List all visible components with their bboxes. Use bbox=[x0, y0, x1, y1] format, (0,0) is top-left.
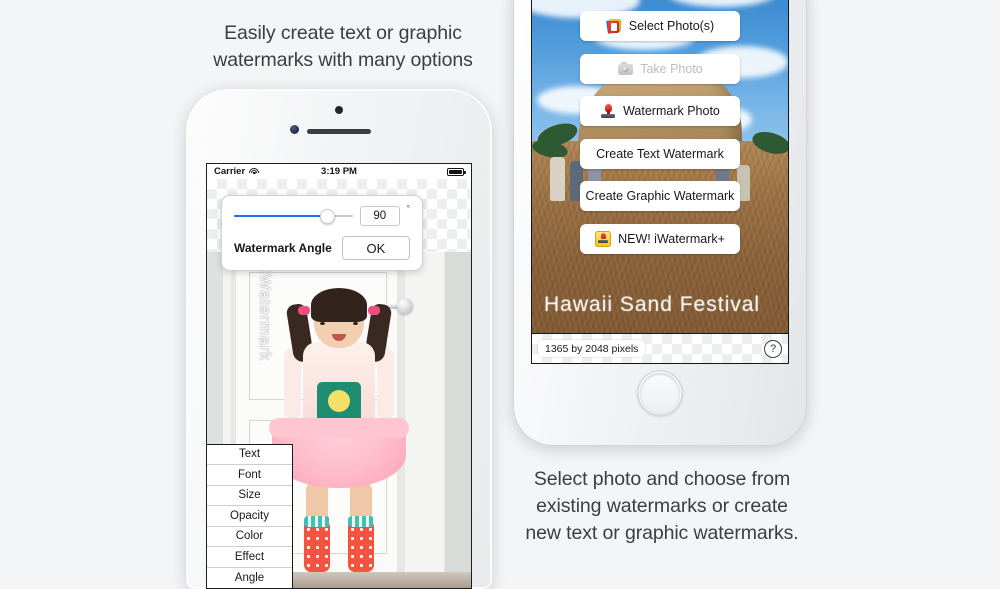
menu-item-opacity[interactable]: Opacity bbox=[207, 506, 292, 527]
watermark-angle-slider[interactable] bbox=[234, 208, 353, 224]
caption-left: Easily create text or graphic watermarks… bbox=[178, 20, 508, 74]
action-button-stack: Select Photo(s) Take Photo Watermark Pho… bbox=[580, 11, 740, 254]
slider-knob[interactable] bbox=[319, 209, 335, 224]
stamp-icon bbox=[600, 103, 616, 119]
watermark-photo-button[interactable]: Watermark Photo bbox=[580, 96, 740, 126]
ok-button[interactable]: OK bbox=[341, 236, 410, 260]
caption-right: Select photo and choose from existing wa… bbox=[492, 466, 832, 547]
caption-left-line1: Easily create text or graphic bbox=[224, 22, 462, 44]
create-text-watermark-button[interactable]: Create Text Watermark bbox=[580, 138, 740, 169]
create-graphic-watermark-button[interactable]: Create Graphic Watermark bbox=[580, 181, 740, 211]
photo-info-bar: 1365 by 2048 pixels ? bbox=[532, 333, 788, 363]
degree-symbol: ° bbox=[406, 204, 410, 213]
status-bar: Carrier 3:19 PM bbox=[207, 164, 471, 179]
status-time: 3:19 PM bbox=[321, 166, 357, 177]
menu-item-text[interactable]: Text bbox=[207, 445, 292, 465]
camera-icon bbox=[617, 61, 633, 77]
promo-stage: Easily create text or graphic watermarks… bbox=[0, 0, 1000, 589]
phone-left-screen: Carrier 3:19 PM iWatermark 90 ° Watermar… bbox=[206, 163, 472, 589]
watermark-angle-dialog: 90 ° Watermark Angle OK bbox=[221, 195, 423, 271]
menu-item-angle[interactable]: Angle bbox=[207, 568, 292, 589]
iwatermark-plus-button[interactable]: NEW! iWatermark+ bbox=[580, 223, 740, 254]
question-mark-icon[interactable]: ? bbox=[764, 339, 782, 358]
battery-full-icon bbox=[447, 167, 466, 176]
watermark-photo-label: Watermark Photo bbox=[623, 104, 720, 118]
create-text-watermark-label: Create Text Watermark bbox=[596, 146, 724, 161]
person bbox=[549, 157, 566, 201]
watermark-options-menu: Text Font Size Opacity Color Effect Angl… bbox=[207, 443, 293, 589]
watermark-year-text: 2014 bbox=[786, 191, 788, 259]
slider-fill bbox=[234, 215, 327, 217]
photo-watermark-text: iWatermark bbox=[256, 270, 273, 362]
earpiece-speaker bbox=[307, 129, 371, 134]
take-photo-label: Take Photo bbox=[640, 61, 703, 76]
watermark-title-text: Hawaii Sand Festival bbox=[544, 293, 761, 316]
menu-item-font[interactable]: Font bbox=[207, 465, 292, 486]
caption-right-line3: new text or graphic watermarks. bbox=[525, 521, 799, 544]
proximity-sensor bbox=[335, 106, 343, 114]
iwatermark-plus-label: NEW! iWatermark+ bbox=[618, 231, 725, 246]
dialog-title-label: Watermark Angle bbox=[234, 241, 332, 255]
photo-album-icon bbox=[605, 18, 622, 34]
phone-right-screen: Hawaii Sand Festival 2014 Select Photo(s… bbox=[531, 0, 789, 364]
front-camera bbox=[290, 125, 299, 134]
select-photos-label: Select Photo(s) bbox=[628, 19, 715, 33]
dialog-footer: Watermark Angle OK bbox=[234, 236, 410, 260]
caption-right-line1: Select photo and choose from bbox=[533, 468, 791, 490]
take-photo-button[interactable]: Take Photo bbox=[580, 53, 740, 84]
caption-left-line2: watermarks with many options bbox=[213, 48, 473, 71]
menu-item-effect[interactable]: Effect bbox=[207, 547, 292, 568]
phone-device-left: Carrier 3:19 PM iWatermark 90 ° Watermar… bbox=[186, 89, 492, 589]
angle-value-field[interactable]: 90 bbox=[359, 206, 400, 226]
caption-right-line2: existing watermarks or create bbox=[536, 494, 788, 517]
status-battery-group bbox=[447, 167, 466, 176]
menu-item-color[interactable]: Color bbox=[207, 527, 292, 547]
angle-slider-row: 90 ° bbox=[234, 204, 410, 226]
phone-device-right: Hawaii Sand Festival 2014 Select Photo(s… bbox=[513, 0, 807, 446]
menu-item-size[interactable]: Size bbox=[207, 486, 292, 506]
create-graphic-watermark-label: Create Graphic Watermark bbox=[585, 189, 735, 203]
iwatermark-plus-icon bbox=[595, 230, 612, 247]
editor-canvas: iWatermark 90 ° Watermark Angle OK Text … bbox=[207, 179, 471, 588]
home-button[interactable] bbox=[637, 370, 683, 416]
select-photos-button[interactable]: Select Photo(s) bbox=[580, 11, 740, 41]
image-dimensions-label: 1365 by 2048 pixels bbox=[538, 340, 646, 357]
